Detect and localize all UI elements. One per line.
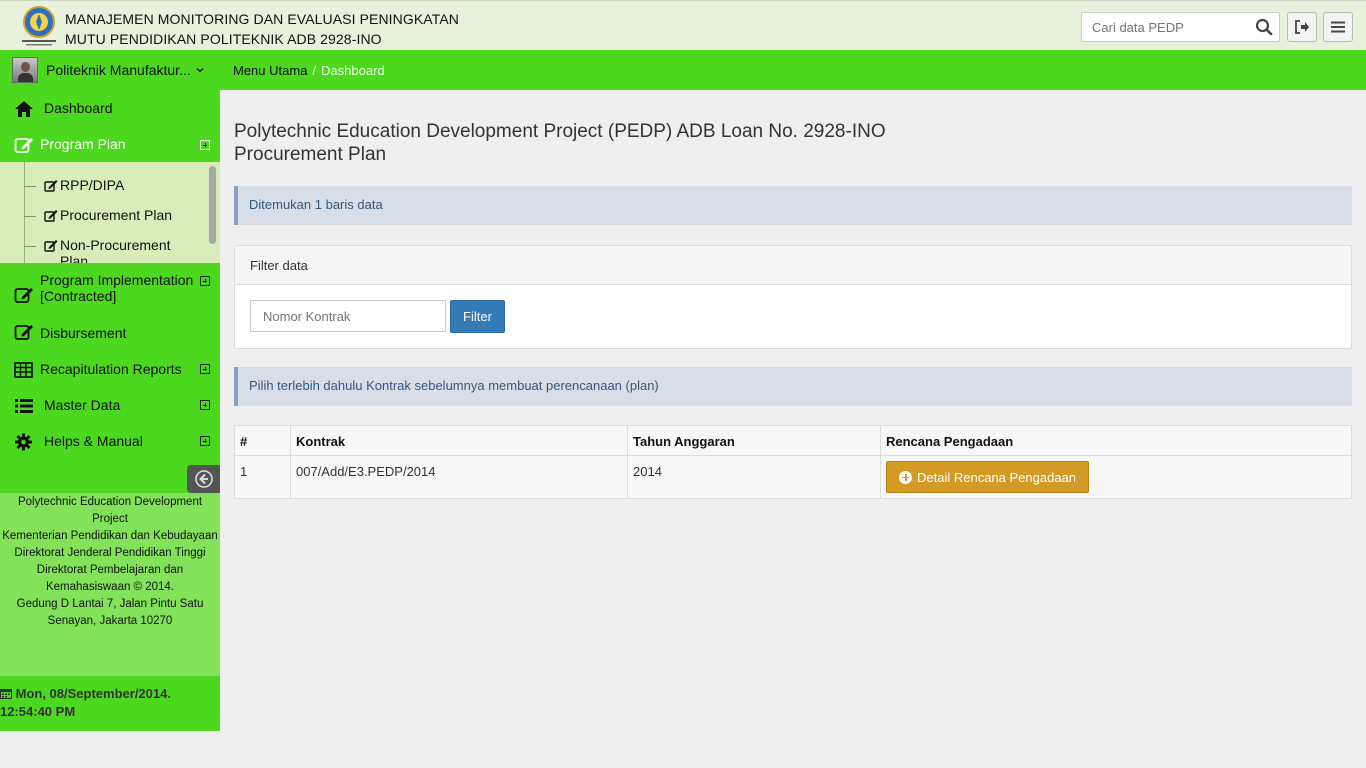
breadcrumb-separator: / [312,63,317,78]
contract-table: # Kontrak Tahun Anggaran Rencana Pengada… [234,425,1352,499]
expand-icon[interactable] [200,140,210,150]
filter-panel: Filter data Filter [234,245,1352,349]
column-header: Tahun Anggaran [627,425,881,456]
app-title: MANAJEMEN MONITORING DAN EVALUASI PENING… [65,9,459,49]
navbar: Politeknik Manufaktur... Menu Utama / Dash… [0,50,1366,90]
tree-branch [24,186,36,187]
app-title-line1: MANAJEMEN MONITORING DAN EVALUASI PENING… [65,11,459,27]
sidebar-item-label: Master Data [44,397,121,413]
edit-icon [14,325,33,340]
expand-icon[interactable] [200,364,210,374]
gear-icon [15,433,32,451]
page-title-line2: Procurement Plan [234,144,387,165]
logout-button[interactable] [1287,12,1317,42]
user-dropdown[interactable]: Politeknik Manufaktur... [0,50,220,90]
sidebar-item-helps-manual[interactable]: Helps & Manual [0,423,220,459]
breadcrumb-home[interactable]: Menu Utama [233,63,307,78]
plus-circle-icon [899,470,912,484]
datetime-display: Mon, 08/September/2014. 12:54:40 PM [0,676,220,731]
chevron-down-icon [196,67,204,73]
submenu-item-label: RPP/DIPA [60,177,125,193]
edit-icon [14,288,33,303]
submenu-item-label: Procurement Plan [60,207,173,223]
row-number: 1 [234,455,291,499]
expand-icon[interactable] [200,276,210,286]
list-icon [15,399,33,413]
footer-line: Direktorat Jenderal Pendidikan Tinggi [14,547,206,559]
edit-icon [44,210,58,222]
sidebar-item-recapitulation-reports[interactable]: Recapitulation Reports [0,351,220,387]
column-header: # [234,425,291,456]
table-icon [14,362,33,378]
edit-icon [14,138,33,153]
submenu-scrollbar[interactable] [209,166,216,244]
tree-branch [24,216,36,217]
expand-icon[interactable] [200,400,210,410]
arrow-left-circle-icon [194,470,213,488]
procurement-plan-cell: Detail Rencana Pengadaan [880,455,1352,499]
sidebar-item-label: Disbursement [40,325,127,341]
search-input[interactable] [1082,13,1252,41]
sidebar-item-label: Program Implementation [Contracted] [40,272,194,304]
detail-button-label: Detail Rencana Pengadaan [917,469,1077,485]
expand-icon[interactable] [200,436,210,446]
calendar-icon [0,689,12,699]
contract-number: 007/Add/E3.PEDP/2014 [290,455,628,499]
sidebar-item-label: Dashboard [44,100,113,116]
contract-number-input[interactable] [250,300,446,332]
sidebar-item-program-plan[interactable]: Program Plan [0,126,220,162]
datetime-text: Mon, 08/September/2014. 12:54:40 PM [0,686,171,719]
top-header: MANAJEMEN MONITORING DAN EVALUASI PENING… [0,0,1366,50]
search-icon[interactable] [1255,18,1273,36]
filter-panel-heading: Filter data [235,246,1351,285]
avatar [12,57,38,83]
search-box [1081,12,1280,42]
detail-procurement-plan-button[interactable]: Detail Rencana Pengadaan [886,461,1090,493]
sidebar-item-label: Recapitulation Reports [40,361,182,377]
sidebar-footer-info: Polytechnic Education Development Projec… [0,493,220,676]
menu-icon [1331,21,1345,33]
sidebar-item-disbursement[interactable]: Disbursement [0,315,220,351]
footer-line: Polytechnic Education Development Projec… [17,496,203,525]
home-icon [15,101,33,117]
menu-toggle-button[interactable] [1323,12,1353,42]
program-plan-submenu: RPP/DIPA Procurement Plan Non-Procuremen… [0,162,220,263]
sidebar-item-master-data[interactable]: Master Data [0,387,220,423]
user-name: Politeknik Manufaktur... [46,62,191,78]
submenu-item-procurement-plan[interactable]: Procurement Plan [0,207,205,229]
tree-branch [24,246,36,247]
sidebar-item-dashboard[interactable]: Dashboard [0,90,220,126]
app-title-line2: MUTU PENDIDIKAN POLITEKNIK ADB 2928-INO [65,31,382,47]
sidebar-collapse-button[interactable] [187,465,220,493]
footer-line: Gedung D Lantai 7, Jalan Pintu Satu Sena… [16,598,204,627]
page-title-line1: Polytechnic Education Development Projec… [234,121,886,142]
breadcrumb-current: Dashboard [321,63,385,78]
column-header: Kontrak [290,425,628,456]
column-header: Rencana Pengadaan [880,425,1352,456]
breadcrumb: Menu Utama / Dashboard [233,63,385,78]
sidebar-item-label: Helps & Manual [44,433,143,449]
info-alert: Pilih terlebih dahulu Kontrak sebelumnya… [234,367,1352,406]
logo-emblem [22,6,56,46]
table-header-row: # Kontrak Tahun Anggaran Rencana Pengada… [234,425,1352,456]
budget-year: 2014 [627,455,881,499]
edit-icon [44,240,58,252]
footer-line: Kementerian Pendidikan dan Kebudayaan [2,530,218,542]
page-title: Polytechnic Education Development Projec… [234,120,886,166]
submenu-item-rpp-dipa[interactable]: RPP/DIPA [0,177,205,199]
logout-icon [1295,20,1309,34]
sidebar-item-label: Program Plan [40,136,126,152]
filter-button[interactable]: Filter [450,300,505,333]
submenu-item-label: Non-Procurement Plan [60,237,171,263]
sidebar: Dashboard Program Plan RPP/DIPA Procurem… [0,90,220,731]
submenu-item-non-procurement-plan[interactable]: Non-Procurement Plan [0,237,205,263]
result-count-alert: Ditemukan 1 baris data [234,186,1352,225]
footer-line: Direktorat Pembelajaran dan Kemahasiswaa… [36,564,184,593]
table-row: 1 007/Add/E3.PEDP/2014 2014 Detail Renca… [234,455,1352,499]
sidebar-item-program-implementation[interactable]: Program Implementation [Contracted] [0,263,220,307]
edit-icon [44,180,58,192]
